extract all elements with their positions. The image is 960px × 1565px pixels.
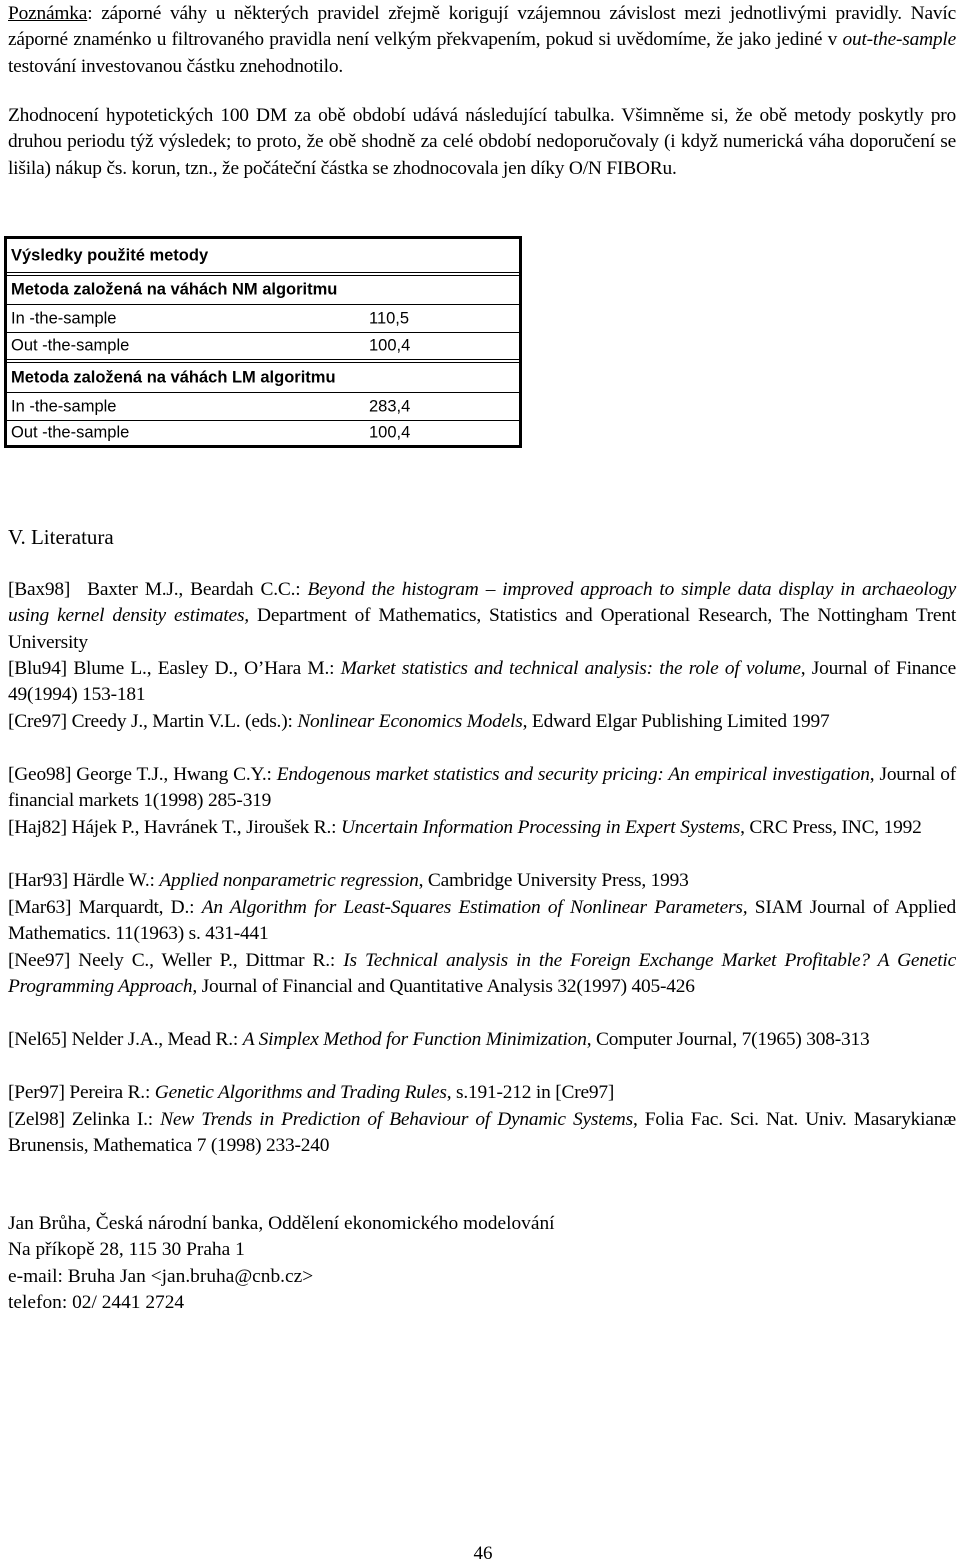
ref-authors: Marquardt, D.: [78,897,202,918]
ref-authors: Baxter M.J., Beardah C.C.: [87,579,308,600]
ref-authors: Zelinka I.: [71,1109,161,1130]
reference-item: [Nel65] Nelder J.A., Mead R.: A Simplex … [8,1027,956,1053]
section-header-lm: Metoda založená na váhách LM algoritmu [11,368,336,386]
row-label: Out -the-sample [11,423,130,442]
contact-address-line: Na příkopě 28, 115 30 Praha 1 [8,1239,245,1260]
ref-title: Nonlinear Economics Models [297,711,523,732]
evaluation-paragraph: Zhodnocení hypotetických 100 DM za obě o… [8,105,956,179]
section-header-row: Metoda založená na váhách LM algoritmu [7,363,519,393]
table-title-row: Výsledky použité metody [7,239,519,276]
ref-title: New Trends in Prediction of Behaviour of… [160,1109,633,1130]
row-label: In -the-sample [11,397,117,415]
reference-item: [Bax98] Baxter M.J., Beardah C.C.: Beyond… [8,577,956,656]
reference-item: [Cre97] Creedy J., Martin V.L. (eds.): N… [8,709,956,735]
note-text: : záporné váhy u některých pravidel zřej… [8,3,956,51]
row-label: Out -the-sample [11,336,130,355]
ref-title: An Algorithm for Least-Squares Estimatio… [201,897,748,918]
ref-key: [Nee97] [8,950,71,971]
ref-rest: , s.191-212 in [Cre97] [446,1082,615,1103]
note-label: Poznámka [8,3,88,24]
ref-title: Endogenous market statistics and securit… [276,764,870,785]
ref-key: [Zel98] [8,1109,65,1130]
table-title: Výsledky použité metody [11,246,209,264]
reference-item: [Blu94] Blume L., Easley D., O’Hara M.: … [8,656,956,709]
row-value: 100,4 [369,423,411,442]
reference-item: [Nee97] Neely C., Weller P., Dittmar R.:… [8,948,956,1001]
ref-key: [Bax98] [8,579,71,600]
section-header-row: Metoda založená na váhách NM algoritmu [7,276,519,305]
note-text-end: testování investovanou částku znehodnoti… [8,55,343,77]
table-row: Out -the-sample 100,4 [7,333,519,363]
ref-authors: Hájek P., Havránek T., Jiroušek R.: [71,817,341,838]
reference-item: [Mar63] Marquardt, D.: An Algorithm for … [8,895,956,948]
ref-title: Genetic Algorithms and Trading Rules [154,1082,447,1103]
ref-rest: , Edward Elgar Publishing Limited 1997 [522,711,830,732]
note-paragraph: Poznámka: záporné váhy u některých pravi… [8,1,956,80]
table-row: In -the-sample 110,5 [7,305,519,333]
note-italic-term: out-the-sample [842,29,956,51]
ref-key: [Per97] [8,1082,65,1103]
contact-name-line: Jan Brůha, Česká národní banka, Oddělení… [8,1213,555,1234]
row-value: 110,5 [369,309,410,327]
ref-title: Applied nonparametric regression [159,870,419,891]
ref-authors: Härdle W.: [72,870,160,891]
contact-email-line: e-mail: Bruha Jan <jan.bruha@cnb.cz> [8,1266,314,1287]
ref-rest: , CRC Press, INC, 1992 [740,817,922,838]
ref-key: [Mar63] [8,897,72,918]
ref-key: [Blu94] [8,658,67,679]
ref-key: [Har93] [8,870,68,891]
table-row: In -the-sample 283,4 [7,393,519,421]
ref-authors: Nelder J.A., Mead R.: [71,1029,243,1050]
ref-title: Uncertain Information Processing in Expe… [341,817,741,838]
ref-rest: , Journal of Financial and Quantitative … [192,976,695,998]
ref-key: [Haj82] [8,817,67,838]
ref-authors: Creedy J., Martin V.L. (eds.): [71,711,298,732]
ref-authors: Blume L., Easley D., O’Hara M.: [73,658,341,679]
ref-authors: George T.J., Hwang C.Y.: [76,764,277,785]
reference-item: [Geo98] George T.J., Hwang C.Y.: Endogen… [8,762,956,815]
section-heading: V. Literatura [8,525,114,549]
ref-key: [Cre97] [8,711,67,732]
row-value: 100,4 [369,336,411,355]
ref-rest: , Cambridge University Press, 1993 [418,870,689,891]
row-value: 283,4 [369,397,411,415]
ref-key: [Nel65] [8,1029,67,1050]
reference-item: [Haj82] Hájek P., Havránek T., Jiroušek … [8,815,956,841]
reference-item: [Har93] Härdle W.: Applied nonparametric… [8,868,956,894]
ref-rest: , Computer Journal, 7(1965) 308-313 [586,1029,870,1050]
ref-title: A Simplex Method for Function Minimizati… [242,1029,587,1050]
ref-authors: Pereira R.: [69,1082,155,1103]
row-label: In -the-sample [11,309,117,327]
page-number: 46 [473,1543,493,1564]
section-header-nm: Metoda založená na váhách NM algoritmu [11,280,338,299]
ref-authors: Neely C., Weller P., Dittmar R.: [78,950,344,971]
reference-item: [Per97] Pereira R.: Genetic Algorithms a… [8,1080,956,1106]
results-table: Výsledky použité metody Metoda založená … [4,236,522,448]
ref-title: Market statistics and technical analysis… [340,658,801,679]
reference-item: [Zel98] Zelinka I.: New Trends in Predic… [8,1107,956,1160]
contact-phone-line: telefon: 02/ 2441 2724 [8,1292,185,1313]
table-row: Out -the-sample 100,4 [7,421,519,445]
ref-key: [Geo98] [8,764,72,785]
